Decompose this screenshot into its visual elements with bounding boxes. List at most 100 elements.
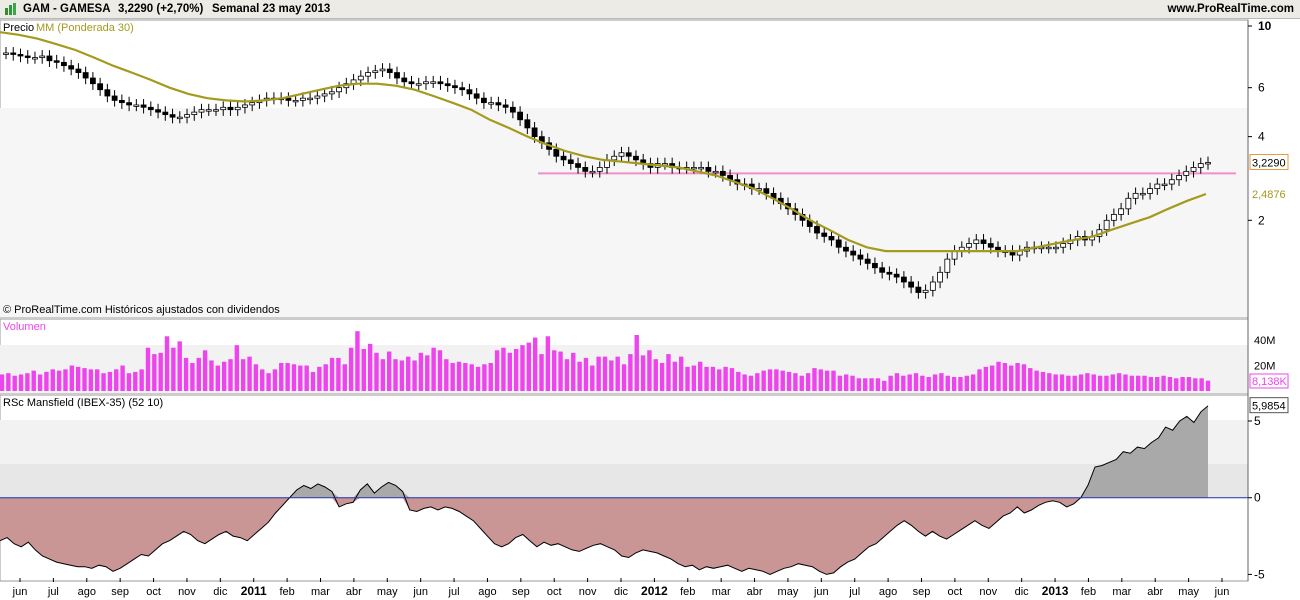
volume-tick-label: 40M xyxy=(1254,335,1275,347)
candle-body xyxy=(625,152,632,157)
volume-bar xyxy=(386,351,392,391)
candle-body xyxy=(133,104,140,107)
candle-body xyxy=(828,236,835,241)
volume-bar xyxy=(564,359,570,391)
volume-bar xyxy=(717,369,722,391)
volume-bar xyxy=(291,364,297,391)
volume-bar xyxy=(704,366,709,391)
ma-tag-text: 2,4876 xyxy=(1252,189,1286,201)
volume-bar xyxy=(1047,373,1052,391)
x-tick-label: jun xyxy=(412,586,428,598)
x-tick-label: oct xyxy=(547,586,562,598)
volume-bar xyxy=(863,378,868,391)
volume-bar xyxy=(1078,374,1084,391)
volume-bar xyxy=(926,377,931,391)
candle-body xyxy=(39,55,46,58)
rsc-tag-text: 5,9854 xyxy=(1252,401,1286,413)
candle-body xyxy=(68,65,75,70)
volume-bar xyxy=(602,356,608,391)
volume-bar xyxy=(907,374,912,391)
x-tick-label: jun xyxy=(12,586,28,598)
x-tick-label: ago xyxy=(78,586,96,598)
volume-bar xyxy=(310,371,316,391)
candle-body xyxy=(423,81,429,85)
candle-body xyxy=(176,116,183,120)
x-tick-label: sep xyxy=(512,586,530,598)
candle-body xyxy=(46,55,53,62)
volume-bar xyxy=(1148,377,1154,391)
volume-bar xyxy=(723,366,728,391)
candle-body xyxy=(879,267,886,273)
volume-bar xyxy=(678,356,684,391)
candle-body xyxy=(712,170,719,174)
candle-body xyxy=(481,97,487,104)
volume-bar xyxy=(342,364,347,391)
volume-bar xyxy=(698,361,703,391)
volume-bar xyxy=(1040,371,1046,391)
x-tick-label: nov xyxy=(579,586,597,598)
volume-bar xyxy=(336,357,341,391)
volume-bar xyxy=(736,371,741,391)
volume-bar xyxy=(6,373,11,391)
rsc-tick-label: 5 xyxy=(1254,414,1261,428)
volume-bar xyxy=(1104,375,1109,391)
candle-body xyxy=(814,226,820,234)
candle-body xyxy=(1147,188,1153,194)
candle-body xyxy=(611,155,618,161)
candle-body xyxy=(365,72,371,77)
volume-bar xyxy=(323,364,328,391)
x-tick-label: may xyxy=(778,586,799,598)
site-link[interactable]: www.ProRealTime.com xyxy=(1167,3,1294,15)
candle-body xyxy=(495,102,502,106)
volume-bar xyxy=(37,374,43,391)
volume-bar xyxy=(114,369,119,391)
volume-bar xyxy=(805,373,811,391)
candle-body xyxy=(944,258,951,273)
volume-bar xyxy=(107,371,113,391)
candle-body xyxy=(1183,170,1190,176)
x-tick-label: nov xyxy=(178,586,196,598)
title-bar: GAM - GAMESA 3,2290 (+2,70%) Semanal 23 … xyxy=(0,0,1300,19)
symbol-label: GAM - GAMESA xyxy=(23,3,111,15)
volume-bar xyxy=(539,354,544,391)
volume-bar xyxy=(482,364,487,391)
volume-bar xyxy=(1053,374,1058,391)
rsc-panel-shade-2 xyxy=(0,464,1248,498)
volume-bar xyxy=(367,343,373,391)
volume-bar xyxy=(374,352,379,391)
candle-body xyxy=(596,167,603,172)
volume-bar xyxy=(513,349,519,391)
last-price-tag-text: 3,2290 xyxy=(1252,157,1286,169)
volume-bar xyxy=(393,359,398,391)
candle-body xyxy=(430,81,437,84)
volume-bar xyxy=(748,375,754,391)
volume-bar xyxy=(247,356,252,391)
candle-body xyxy=(314,95,321,99)
candle-body xyxy=(401,77,408,83)
x-tick-label: dic xyxy=(614,586,629,598)
volume-bar xyxy=(1059,374,1065,391)
x-tick-label: ago xyxy=(879,586,897,598)
volume-bar xyxy=(1205,380,1211,391)
volume-bar xyxy=(869,378,874,391)
candle-body xyxy=(864,258,871,264)
volume-bar xyxy=(1066,375,1071,391)
volume-bar xyxy=(1135,375,1141,391)
candle-body xyxy=(459,87,466,91)
candle-body xyxy=(205,109,212,112)
candle-body xyxy=(560,155,567,161)
volume-bar xyxy=(1021,364,1027,391)
volume-bar xyxy=(1186,377,1192,391)
x-tick-label: abr xyxy=(747,586,763,598)
rsc-tick-label: 0 xyxy=(1254,491,1261,505)
candle-body xyxy=(162,111,169,116)
volume-bar xyxy=(1015,363,1020,391)
candle-body xyxy=(517,111,524,121)
x-tick-label: mar xyxy=(311,586,330,598)
volume-bar xyxy=(437,350,443,391)
volume-bar xyxy=(932,374,938,391)
volume-bar xyxy=(1180,377,1185,391)
x-tick-label: oct xyxy=(146,586,161,598)
candle-body xyxy=(75,68,82,73)
x-tick-label: feb xyxy=(1081,586,1096,598)
